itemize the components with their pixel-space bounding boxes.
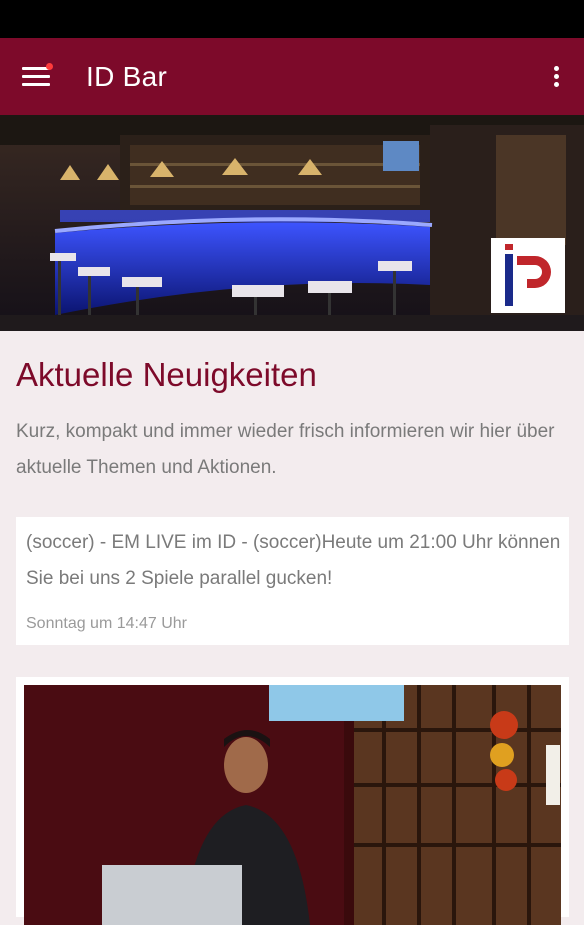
id-bar-logo: [491, 238, 565, 313]
overflow-menu-button[interactable]: [536, 38, 576, 115]
news-section-description: Kurz, kompakt und immer wieder frisch in…: [16, 421, 555, 478]
menu-button[interactable]: [0, 38, 72, 115]
news-post-timestamp: Sonntag um 14:47 Uhr: [26, 615, 187, 632]
app-title: ID Bar: [86, 60, 168, 92]
hero-banner-image: [0, 115, 584, 331]
app-bar: ID Bar: [0, 38, 584, 115]
man-at-dj-booth-photo: [24, 685, 561, 925]
news-card[interactable]: (soccer) - EM LIVE im ID - (soccer)Heute…: [16, 517, 569, 645]
status-bar: [0, 0, 584, 38]
photo-post-card[interactable]: [16, 677, 569, 925]
id-logo-icon: [505, 244, 551, 306]
news-section-title: Aktuelle Neuigkeiten: [16, 356, 317, 393]
notification-badge: [46, 63, 53, 70]
news-post-text: (soccer) - EM LIVE im ID - (soccer)Heute…: [26, 532, 561, 589]
photo-illustration: [24, 685, 561, 925]
